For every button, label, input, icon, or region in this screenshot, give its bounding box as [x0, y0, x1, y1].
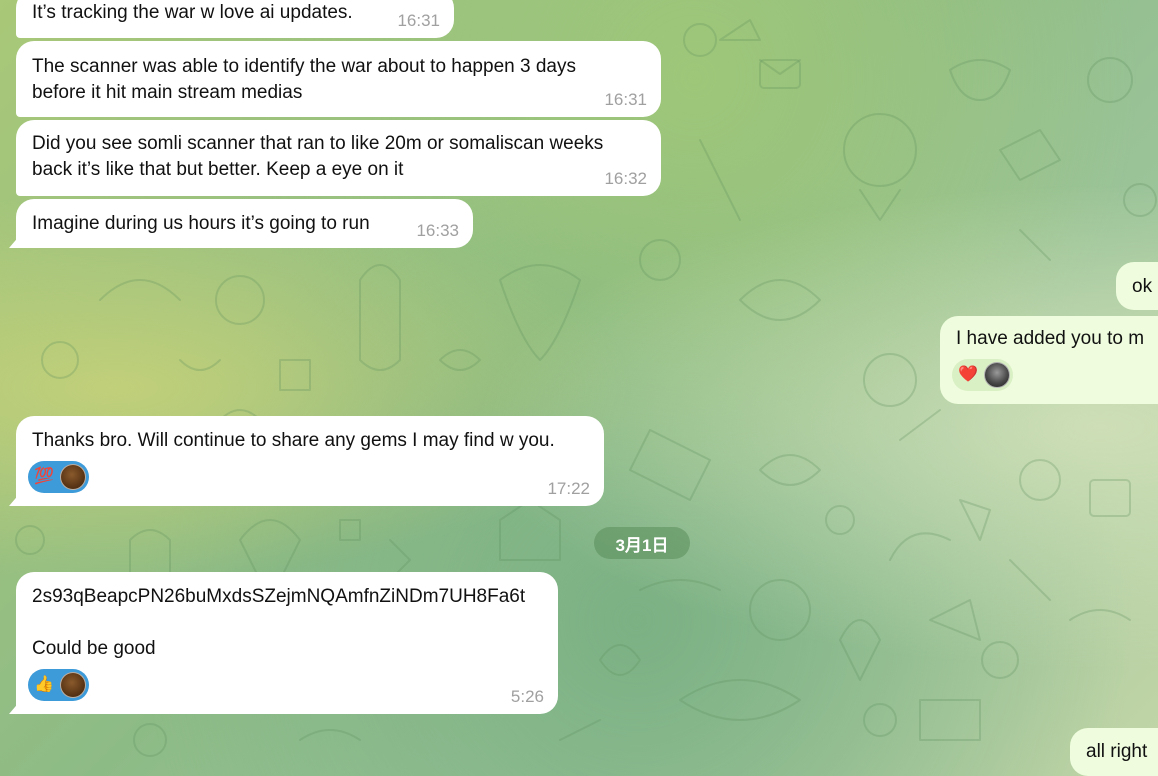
message-text: Imagine during us hours it’s going to ru… — [32, 213, 370, 234]
message-timestamp: 16:31 — [397, 11, 440, 30]
message-bubble-outgoing[interactable]: ok — [1116, 262, 1158, 310]
date-separator: 3月1日 — [594, 527, 690, 559]
message-bubble-outgoing[interactable]: all right — [1070, 728, 1158, 776]
message-bubble-incoming[interactable]: 2s93qBeapcPN26buMxdsSZejmNQAmfnZiNDm7UH8… — [9, 572, 558, 714]
message-text: ok — [1132, 276, 1153, 297]
message-timestamp: 16:31 — [604, 90, 647, 109]
message-text: I have added you to m — [956, 328, 1145, 349]
bubble-tail — [9, 492, 21, 506]
date-separator-label: 3月1日 — [615, 535, 669, 555]
message-text: Thanks bro. Will continue to share any g… — [32, 430, 555, 451]
thumbs-up-emoji: 👍 — [34, 676, 54, 693]
reactor-avatar — [60, 672, 86, 698]
hundred-emoji: 💯 — [34, 468, 54, 485]
message-bubble-incoming[interactable]: Imagine during us hours it’s going to ru… — [9, 199, 473, 248]
message-timestamp: 16:32 — [604, 169, 647, 188]
message-text: 2s93qBeapcPN26buMxdsSZejmNQAmfnZiNDm7UH8… — [32, 586, 526, 659]
message-text: Did you see somli scanner that ran to li… — [32, 133, 604, 180]
message-reactions[interactable]: 👍 — [28, 669, 89, 701]
bubble-tail — [9, 234, 21, 248]
message-timestamp: 5:26 — [510, 687, 544, 706]
message-timestamp: 17:22 — [547, 479, 590, 498]
reactor-avatar — [984, 362, 1010, 388]
message-bubble-incoming[interactable]: Thanks bro. Will continue to share any g… — [9, 416, 604, 506]
message-bubble-incoming[interactable]: Did you see somli scanner that ran to li… — [16, 120, 661, 196]
message-text: all right — [1086, 741, 1148, 762]
message-timestamp: 16:33 — [416, 221, 459, 240]
reactor-avatar — [60, 464, 86, 490]
message-bubble-incoming[interactable]: It’s tracking the war w love ai updates.… — [16, 0, 454, 38]
message-text: It’s tracking the war w love ai updates. — [32, 2, 353, 23]
bubble-tail — [9, 700, 21, 714]
message-reactions[interactable]: ❤️ — [952, 359, 1013, 391]
message-text: The scanner was able to identify the war… — [32, 56, 576, 103]
message-bubble-outgoing[interactable]: I have added you to m ❤️ — [940, 316, 1158, 404]
message-bubble-incoming[interactable]: The scanner was able to identify the war… — [16, 41, 661, 117]
heart-emoji: ❤️ — [958, 366, 978, 383]
message-reactions[interactable]: 💯 — [28, 461, 89, 493]
